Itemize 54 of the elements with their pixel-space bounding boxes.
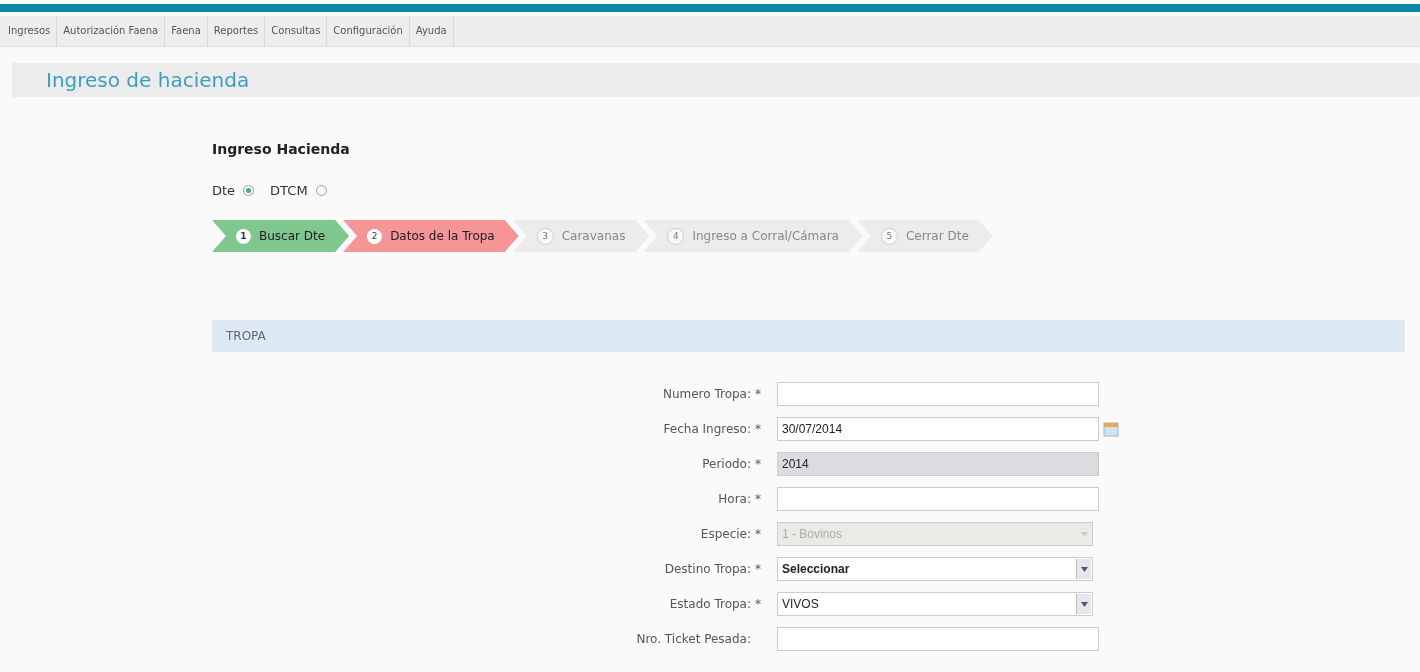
required-mark: * — [755, 597, 762, 611]
wizard-step[interactable]: 5 Cerrar Dte — [856, 220, 993, 252]
form-title: Ingreso Hacienda — [212, 141, 351, 157]
field-label: Estado Tropa: — [669, 597, 751, 611]
required-mark: * — [755, 422, 762, 436]
field-label: Periodo: — [702, 457, 751, 471]
wizard-step[interactable]: 3 Caravanas — [512, 220, 650, 252]
required-mark: * — [755, 562, 762, 576]
menu-item[interactable]: Faena — [165, 16, 208, 46]
calendar-icon[interactable] — [1103, 421, 1119, 437]
step-label: Datos de la Tropa — [390, 229, 495, 243]
input-field[interactable] — [777, 487, 1099, 511]
step-number: 3 — [536, 227, 554, 245]
menu-item[interactable]: Configuración — [327, 16, 410, 46]
page-title: Ingreso de hacienda — [45, 68, 250, 92]
step-number: 1 — [236, 228, 251, 244]
menu-item[interactable]: Autorización Faena — [57, 16, 166, 46]
section-title: TROPA — [225, 329, 266, 343]
wizard-step[interactable]: 4 Ingreso a Corral/Cámara — [643, 220, 863, 252]
required-mark: * — [755, 492, 762, 506]
step-label: Caravanas — [561, 229, 626, 243]
step-number: 4 — [667, 227, 685, 245]
date-field[interactable]: 30/07/2014 — [777, 417, 1099, 441]
menu-item[interactable]: Consultas — [265, 16, 328, 46]
menu-item[interactable]: Ayuda — [409, 16, 454, 46]
dropdown[interactable]: Seleccionar — [777, 557, 1093, 581]
required-mark: * — [755, 387, 762, 401]
field-label: Fecha Ingreso: — [663, 422, 751, 436]
step-label: Cerrar Dte — [905, 229, 969, 243]
dropdown: 1 - Bovinos — [777, 522, 1093, 546]
step-number: 2 — [367, 228, 383, 244]
required-mark: * — [755, 457, 762, 471]
dropdown-arrow-icon — [1080, 531, 1088, 537]
dropdown[interactable]: VIVOS — [777, 592, 1093, 616]
radio-label: DTCM — [270, 183, 308, 198]
field-label: Hora: — [718, 492, 751, 506]
step-label: Buscar Dte — [259, 229, 326, 243]
wizard-step[interactable]: 2 Datos de la Tropa — [343, 220, 519, 252]
wizard-step[interactable]: 1 Buscar Dte — [212, 220, 350, 252]
field-label: Nro. Ticket Pesada: — [636, 632, 751, 646]
required-mark: * — [755, 527, 762, 541]
dropdown-arrow-icon — [1080, 566, 1088, 572]
step-number: 5 — [880, 227, 898, 245]
dropdown-arrow-icon — [1080, 601, 1088, 607]
input-field[interactable] — [777, 627, 1099, 651]
step-label: Ingreso a Corral/Cámara — [692, 229, 839, 243]
menu-item[interactable]: Reportes — [207, 16, 266, 46]
field-label: Especie: — [700, 527, 751, 541]
radio-label: Dte — [212, 183, 236, 198]
field-label: Destino Tropa: — [664, 562, 751, 576]
input-field[interactable] — [777, 382, 1099, 406]
menu-item[interactable]: Ingresos — [2, 16, 58, 46]
field-label: Numero Tropa: — [662, 387, 751, 401]
readonly-field[interactable]: 2014 — [777, 452, 1099, 476]
